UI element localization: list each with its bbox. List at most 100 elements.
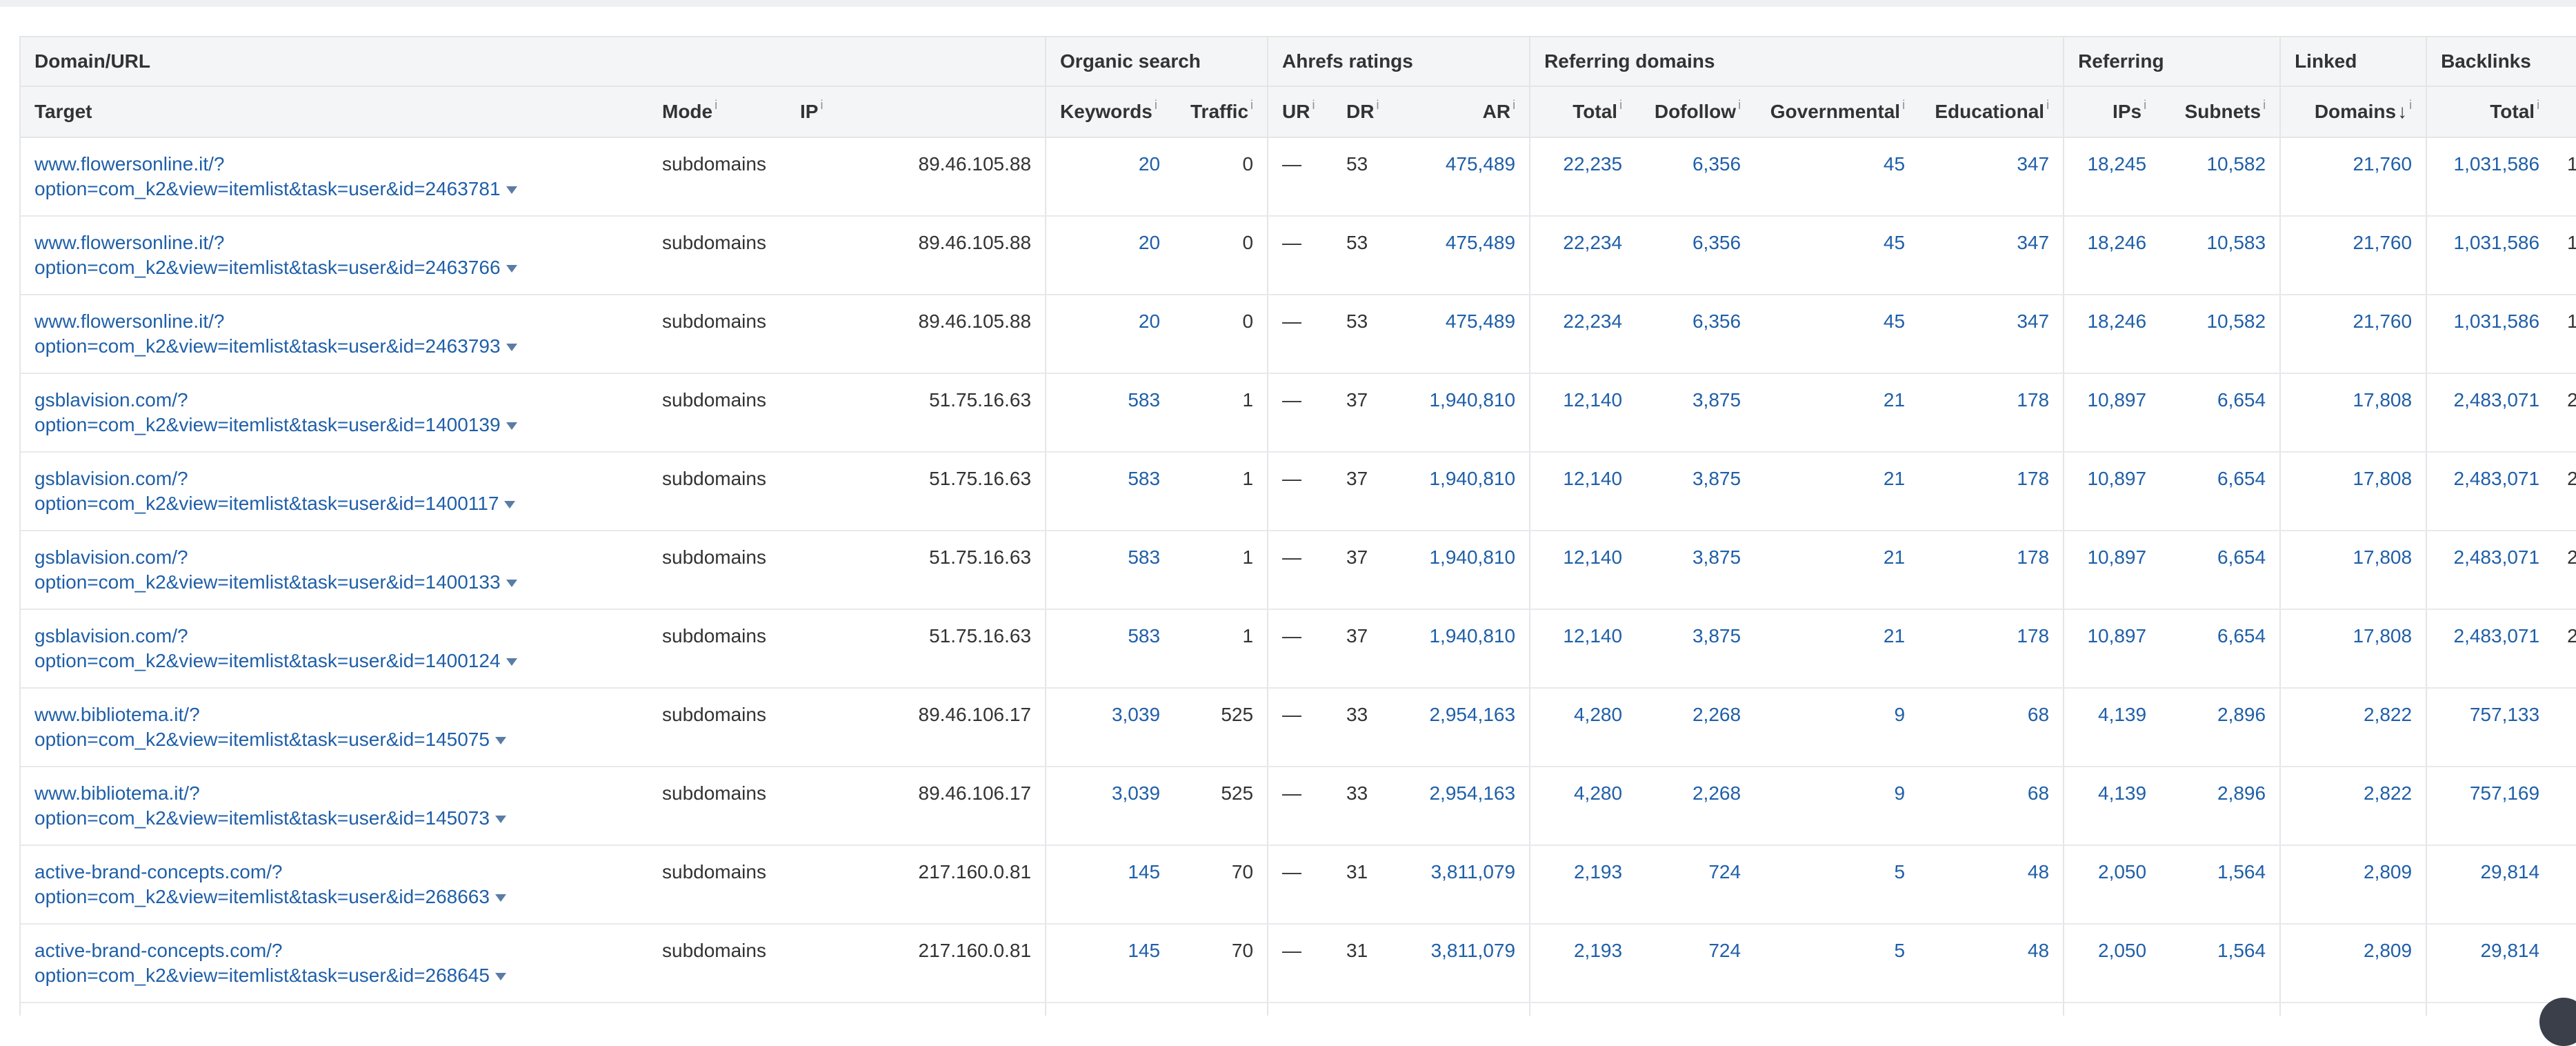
col-header-subnets[interactable]: Subnets i [2160,86,2281,138]
cell-governmental[interactable]: 9 [1755,688,1919,767]
cell-rd-total[interactable]: 22,234 [1529,216,1637,295]
cell-ips[interactable]: 10,897 [2063,609,2161,689]
target-url-line1[interactable]: www.flowersonline.it/? [34,152,635,177]
target-url-text[interactable]: option=com_k2&view=itemlist&task=user&id… [34,965,490,986]
cell-bl-total[interactable]: 1,031,586 [2426,137,2554,217]
dropdown-caret-icon[interactable] [495,816,506,824]
cell-governmental[interactable]: 21 [1755,452,1919,531]
target-url-line1[interactable]: gsblavision.com/? [34,545,635,570]
info-icon[interactable]: i [1902,98,1905,112]
dropdown-caret-icon[interactable] [495,737,506,745]
cell-linked-domains[interactable]: 2,809 [2279,845,2427,925]
cell-rd-total[interactable]: 4,280 [1529,767,1637,846]
cell-subnets[interactable]: 6,654 [2160,452,2281,531]
info-icon[interactable]: i [2046,98,2049,112]
cell-ar[interactable]: 1,940,810 [1388,373,1530,453]
cell-ar[interactable]: 475,489 [1388,295,1530,374]
col-header-bl-total[interactable]: Total i [2426,86,2554,138]
info-icon[interactable]: i [2537,98,2539,112]
cell-rd-total[interactable]: 2,193 [1529,924,1637,1003]
target-url-line1[interactable]: www.flowersonline.it/? [34,309,635,334]
dropdown-caret-icon[interactable] [506,265,517,273]
cell-ips[interactable]: 18,246 [2063,295,2161,374]
target-url-text[interactable]: option=com_k2&view=itemlist&task=user&id… [34,178,501,199]
info-icon[interactable]: i [1376,98,1379,112]
info-icon[interactable]: i [2263,98,2266,112]
cell-bl-total[interactable]: 29,814 [2426,845,2554,925]
col-header-ip[interactable]: IP i [786,86,1046,138]
cell-subnets[interactable]: 1,564 [2160,845,2281,925]
cell-linked-domains[interactable]: 21,760 [2279,295,2427,374]
info-icon[interactable]: i [1738,98,1741,112]
cell-keywords[interactable]: 583 [1045,452,1175,531]
col-header-dr[interactable]: DR i [1332,86,1388,138]
cell-linked-domains[interactable]: 2,809 [2279,924,2427,1003]
cell-linked-domains[interactable]: 2,822 [2279,688,2427,767]
target-url-text[interactable]: option=com_k2&view=itemlist&task=user&id… [34,886,490,907]
cell-keywords[interactable]: 3,039 [1045,688,1175,767]
target-url-line1[interactable]: www.bibliotema.it/? [34,702,635,727]
cell-keywords[interactable]: 583 [1045,609,1175,689]
col-header-traffic[interactable]: Traffic i [1174,86,1268,138]
info-icon[interactable]: i [715,98,717,112]
col-header-governmental[interactable]: Governmental i [1755,86,1919,138]
info-icon[interactable]: i [1312,98,1315,112]
dropdown-caret-icon[interactable] [506,580,517,588]
cell-rd-total[interactable]: 12,140 [1529,373,1637,453]
cell-dofollow[interactable]: 6,356 [1636,295,1755,374]
target-url-line1[interactable]: active-brand-concepts.com/? [34,938,635,963]
cell-ar[interactable]: 1,940,810 [1388,452,1530,531]
target-url-text[interactable]: option=com_k2&view=itemlist&task=user&id… [34,493,499,514]
cell-governmental[interactable]: 45 [1755,216,1919,295]
cell-bl-total[interactable]: 2,483,071 [2426,531,2554,610]
target-url-text[interactable]: option=com_k2&view=itemlist&task=user&id… [34,729,490,750]
cell-subnets[interactable]: 10,582 [2160,137,2281,217]
info-icon[interactable]: i [1512,98,1515,112]
cell-ips[interactable]: 4,139 [2063,767,2161,846]
sort-down-icon[interactable]: ↓ [2397,101,2407,122]
cell-linked-domains[interactable]: 21,760 [2279,216,2427,295]
cell-governmental[interactable]: 21 [1755,609,1919,689]
cell-bl-total[interactable]: 2,483,071 [2426,452,2554,531]
cell-ips[interactable]: 10,897 [2063,373,2161,453]
target-url-line1[interactable]: gsblavision.com/? [34,388,635,413]
cell-ips[interactable]: 18,246 [2063,216,2161,295]
cell-keywords[interactable]: 583 [1045,531,1175,610]
dropdown-caret-icon[interactable] [504,501,516,509]
cell-governmental[interactable]: 45 [1755,295,1919,374]
cell-subnets[interactable]: 10,582 [2160,295,2281,374]
cell-ar[interactable]: 475,489 [1388,137,1530,217]
col-header-mode[interactable]: Mode i [648,86,786,138]
cell-governmental[interactable]: 9 [1755,767,1919,846]
target-url-line1[interactable]: gsblavision.com/? [34,624,635,649]
cell-subnets[interactable]: 1,564 [2160,924,2281,1003]
target-url-text[interactable]: option=com_k2&view=itemlist&task=user&id… [34,414,501,435]
cell-bl-total[interactable]: 757,169 [2426,767,2554,846]
cell-governmental[interactable]: 5 [1755,924,1919,1003]
cell-governmental[interactable]: 5 [1755,845,1919,925]
cell-dofollow[interactable]: 724 [1636,924,1755,1003]
info-icon[interactable]: i [1619,98,1622,112]
target-url-text[interactable]: option=com_k2&view=itemlist&task=user&id… [34,650,501,671]
col-header-ar[interactable]: AR i [1388,86,1530,138]
dropdown-caret-icon[interactable] [495,973,506,981]
cell-educational[interactable]: 178 [1919,373,2064,453]
cell-rd-total[interactable]: 12,140 [1529,609,1637,689]
cell-governmental[interactable]: 45 [1755,137,1919,217]
cell-educational[interactable]: 347 [1919,216,2064,295]
cell-keywords[interactable]: 3,039 [1045,767,1175,846]
cell-dofollow[interactable]: 724 [1636,845,1755,925]
cell-ips[interactable]: 2,050 [2063,845,2161,925]
cell-subnets[interactable]: 10,583 [2160,216,2281,295]
col-header-dofollow[interactable]: Dofollow i [1636,86,1755,138]
cell-bl-total[interactable]: 1,031,586 [2426,295,2554,374]
cell-linked-domains[interactable]: 2,822 [2279,767,2427,846]
col-header-ips[interactable]: IPs i [2063,86,2161,138]
target-url-text[interactable]: option=com_k2&view=itemlist&task=user&id… [34,257,501,278]
cell-subnets[interactable]: 2,896 [2160,688,2281,767]
cell-educational[interactable]: 178 [1919,531,2064,610]
cell-dofollow[interactable]: 3,875 [1636,609,1755,689]
cell-ar[interactable]: 2,954,163 [1388,767,1530,846]
cell-educational[interactable]: 48 [1919,845,2064,925]
cell-ips[interactable]: 4,139 [2063,688,2161,767]
